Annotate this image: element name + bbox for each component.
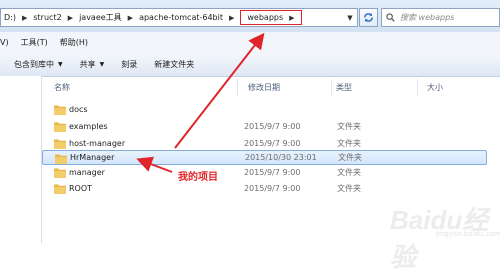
chevron-down-icon: ▼: [58, 61, 63, 68]
command-toolbar: 包含到库中 ▼ 共享 ▼ 刻录 新建文件夹: [0, 53, 500, 77]
watermark-url: jingyan.baidu.com: [436, 230, 500, 238]
breadcrumb-drive[interactable]: D:) ▶: [1, 13, 30, 22]
search-icon: [386, 13, 395, 22]
burn-label: 刻录: [121, 60, 138, 69]
column-divider[interactable]: [417, 79, 418, 97]
folder-icon: [54, 139, 66, 149]
file-row-examples[interactable]: examples 2015/9/7 9:00 文件夹: [42, 119, 487, 134]
folder-icon: [55, 154, 67, 164]
breadcrumb-label: javaee工具: [79, 13, 122, 22]
share-button[interactable]: 共享 ▼: [80, 59, 105, 70]
file-type: 文件夹: [337, 139, 361, 148]
column-headers: 名称 修改日期 类型 大小: [42, 77, 500, 99]
file-row-hrmanager[interactable]: HrManager 2015/10/30 23:01 文件夹: [42, 150, 487, 165]
search-placeholder: 搜索 webapps: [400, 13, 455, 22]
column-divider[interactable]: [331, 79, 332, 97]
column-header-modified[interactable]: 修改日期: [248, 82, 280, 93]
file-modified-date: 2015/9/7 9:00: [244, 122, 301, 131]
folder-icon: [54, 122, 66, 132]
column-header-size[interactable]: 大小: [427, 82, 443, 93]
breadcrumb-label: D:): [4, 13, 16, 22]
breadcrumb-javaee[interactable]: javaee工具 ▶: [76, 12, 136, 23]
new-folder-label: 新建文件夹: [154, 60, 195, 69]
address-bar[interactable]: D:) ▶ struct2 ▶ javaee工具 ▶ apache-tomcat…: [0, 8, 358, 27]
file-name: host-manager: [69, 139, 126, 148]
file-name: ROOT: [69, 184, 93, 193]
chevron-right-icon[interactable]: ▶: [229, 14, 234, 22]
file-name: HrManager: [70, 153, 115, 162]
chevron-right-icon[interactable]: ▶: [128, 14, 133, 22]
file-row-root[interactable]: ROOT 2015/9/7 9:00 文件夹: [42, 181, 487, 196]
share-label: 共享: [79, 60, 96, 69]
folder-icon: [54, 184, 66, 194]
menu-bar: V) 工具(T) 帮助(H): [0, 32, 500, 53]
menu-help[interactable]: 帮助(H): [60, 37, 88, 48]
address-history-dropdown-icon[interactable]: ▼: [343, 10, 357, 25]
column-divider[interactable]: [237, 79, 238, 97]
folder-icon: [54, 168, 66, 178]
refresh-button[interactable]: [359, 8, 378, 27]
file-modified-date: 2015/9/7 9:00: [244, 168, 301, 177]
breadcrumb-tomcat[interactable]: apache-tomcat-64bit ▶: [136, 13, 237, 22]
file-type: 文件夹: [338, 153, 362, 162]
include-in-library-button[interactable]: 包含到库中 ▼: [14, 59, 63, 70]
burn-button[interactable]: 刻录: [121, 59, 137, 70]
folder-icon: [54, 105, 66, 115]
breadcrumb-label: struct2: [33, 13, 62, 22]
file-modified-date: 2015/9/7 9:00: [244, 139, 301, 148]
chevron-right-icon[interactable]: ▶: [22, 14, 27, 22]
menu-view[interactable]: V): [0, 38, 9, 47]
file-row-host-manager[interactable]: host-manager 2015/9/7 9:00 文件夹: [42, 136, 487, 151]
file-name: manager: [69, 168, 105, 177]
navigation-pane[interactable]: [0, 76, 42, 243]
chevron-right-icon[interactable]: ▶: [68, 14, 73, 22]
chevron-down-icon: ▼: [99, 61, 105, 68]
file-row-manager[interactable]: manager 2015/9/7 9:00 文件夹: [42, 165, 487, 180]
file-type: 文件夹: [337, 122, 361, 131]
file-type: 文件夹: [337, 168, 361, 177]
menu-tools[interactable]: 工具(T): [21, 37, 48, 48]
file-modified-date: 2015/10/30 23:01: [245, 153, 317, 162]
file-row-docs[interactable]: docs: [42, 102, 487, 117]
breadcrumb-webapps[interactable]: webapps ▶: [240, 10, 302, 25]
file-type: 文件夹: [337, 184, 361, 193]
column-header-type[interactable]: 类型: [336, 82, 352, 93]
refresh-icon: [364, 13, 373, 22]
include-in-library-label: 包含到库中: [14, 60, 54, 69]
breadcrumb-struct2[interactable]: struct2 ▶: [30, 13, 76, 22]
file-name: docs: [69, 105, 88, 114]
new-folder-button[interactable]: 新建文件夹: [154, 59, 194, 70]
address-bar-area: D:) ▶ struct2 ▶ javaee工具 ▶ apache-tomcat…: [0, 0, 500, 32]
column-header-name[interactable]: 名称: [54, 82, 70, 93]
search-input[interactable]: 搜索 webapps: [381, 8, 500, 27]
breadcrumb-label: webapps: [247, 13, 284, 22]
breadcrumb-label: apache-tomcat-64bit: [139, 13, 223, 22]
chevron-right-icon[interactable]: ▶: [289, 14, 294, 22]
annotation-label: 我的项目: [178, 172, 218, 183]
file-modified-date: 2015/9/7 9:00: [244, 184, 301, 193]
file-name: examples: [69, 122, 108, 131]
